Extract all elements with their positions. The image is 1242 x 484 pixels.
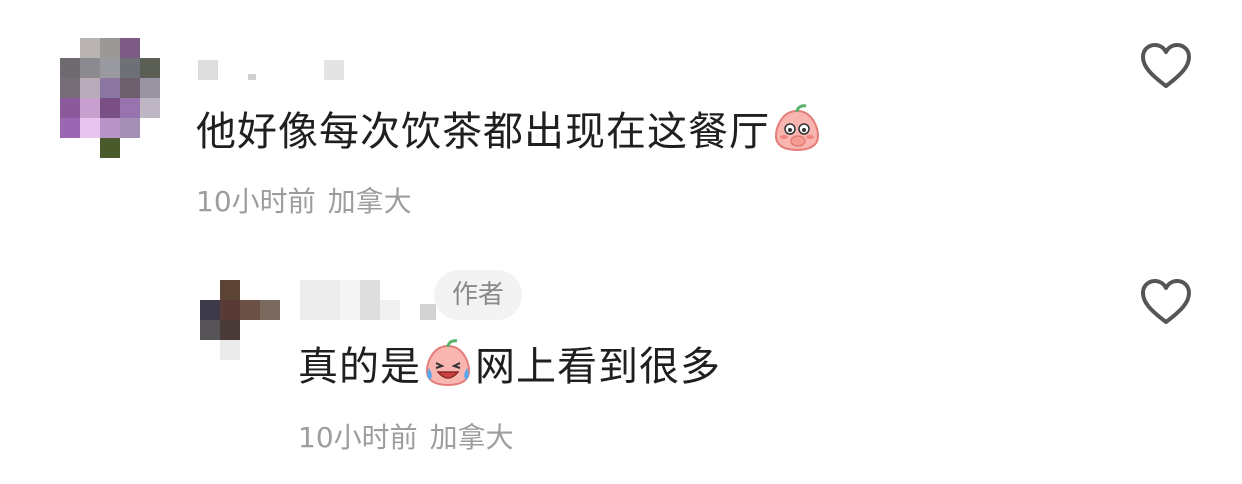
comment-location: 加拿大 [327,185,412,218]
reply-avatar[interactable] [200,280,280,360]
reply-time: 10小时前 [298,421,418,454]
reply-text-after: 网上看到很多 [475,344,721,390]
reply-like-button[interactable] [1140,278,1192,326]
heart-outline-icon [1141,43,1191,88]
avatar[interactable] [60,38,160,160]
comment-text: 他好像每次饮茶都出现在这餐厅 [196,100,824,156]
heart-outline-icon [1141,279,1191,324]
blushing-peach-icon [772,103,822,153]
reply-text-before: 真的是 [298,344,421,390]
reply-location: 加拿大 [429,421,514,454]
comment-meta: 10小时前 加拿大 [196,180,424,220]
reply-username-redacted[interactable] [300,278,436,320]
crying-laughing-peach-icon [423,338,473,388]
reply-meta: 10小时前 加拿大 [298,416,526,456]
comment-time: 10小时前 [196,185,316,218]
like-button[interactable] [1140,42,1192,90]
username-redacted[interactable] [198,58,344,80]
author-badge: 作者 [434,270,523,320]
reply-text: 真的是 网上看到很多 [298,335,721,391]
comment-text-content: 他好像每次饮茶都出现在这餐厅 [196,109,770,155]
